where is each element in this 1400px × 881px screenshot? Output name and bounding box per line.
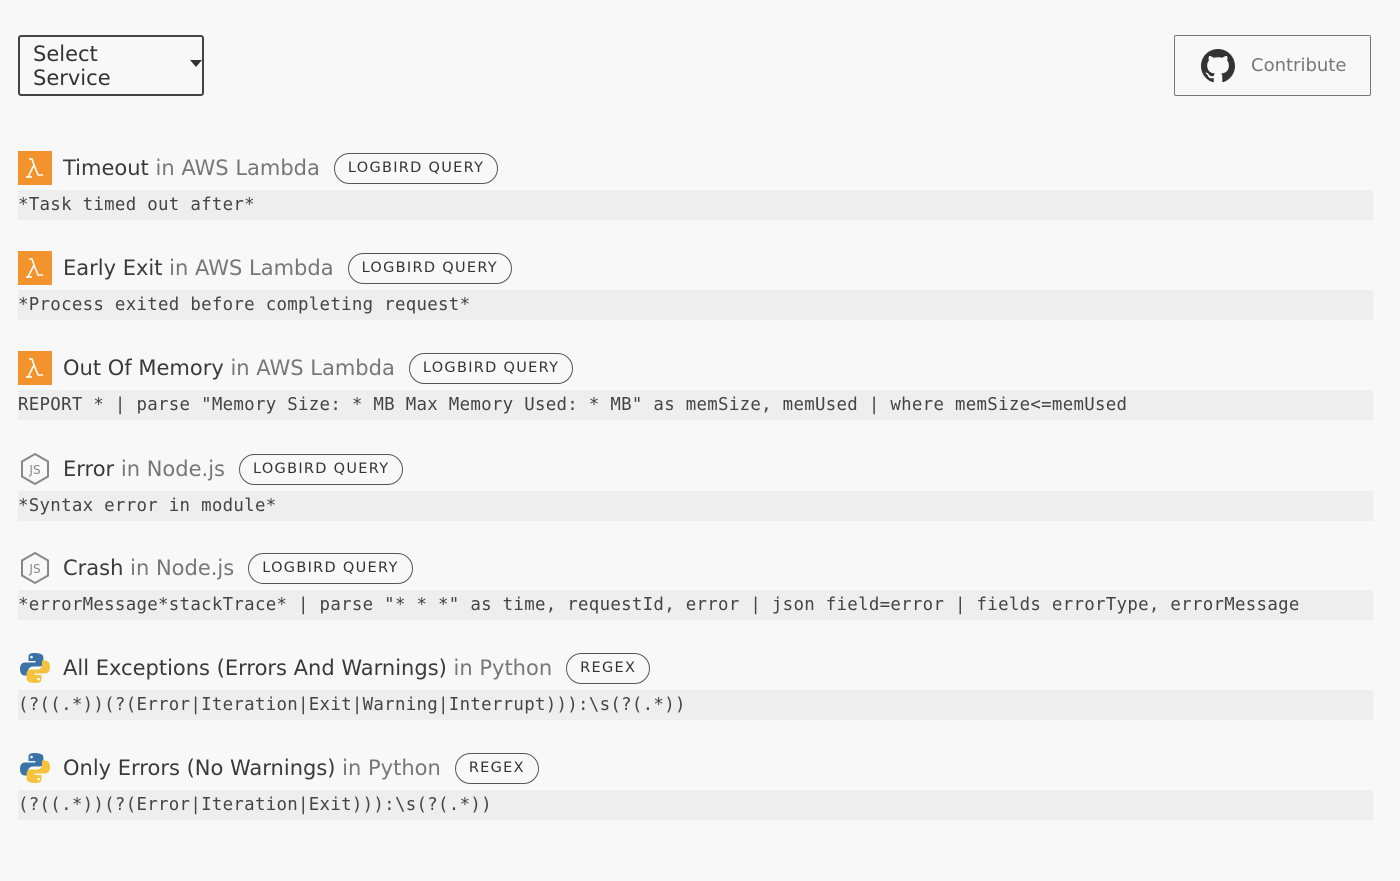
entry-name: Early Exit [63,256,163,280]
entry-header: Timeout in AWS Lambda LOGBIRD QUERY [18,150,1373,186]
aws-lambda-icon [18,251,52,285]
query-type-badge[interactable]: LOGBIRD QUERY [333,152,499,184]
entry-header: Early Exit in AWS Lambda LOGBIRD QUERY [18,250,1373,286]
entry-service: AWS Lambda [195,256,334,280]
nodejs-icon: JS [18,452,52,486]
query-code[interactable]: (?((.*))(?(Error|Iteration|Exit|Warning|… [18,690,1373,720]
entry-in-word: in [130,556,150,580]
entry-service: AWS Lambda [181,156,320,180]
query-code[interactable]: *Task timed out after* [18,190,1373,220]
entry-service: Python [368,756,441,780]
entry-name: Crash [63,556,124,580]
entry-name: Out Of Memory [63,356,224,380]
entry-in-word: in [230,356,250,380]
entry-in-word: in [155,156,175,180]
query-code[interactable]: *Syntax error in module* [18,491,1373,521]
entry-service: Node.js [155,556,235,580]
python-icon [18,651,52,685]
query-type-badge[interactable]: LOGBIRD QUERY [248,552,413,584]
query-code[interactable]: REPORT * | parse "Memory Size: * MB Max … [18,390,1373,420]
log-pattern-entry: Only Errors (No Warnings) in Python REGEX… [18,750,1373,820]
entry-service: AWS Lambda [256,356,395,380]
log-pattern-entry: Timeout in AWS Lambda LOGBIRD QUERY *Task … [18,150,1373,220]
entry-in-word: in [169,256,189,280]
entry-header: Only Errors (No Warnings) in Python REGEX [18,750,1373,786]
entry-in-word: in [453,656,473,680]
query-type-badge[interactable]: LOGBIRD QUERY [408,352,574,384]
entry-service: Python [479,656,553,680]
entry-header: Out Of Memory in AWS Lambda LOGBIRD QUERY [18,350,1373,386]
github-icon [1201,48,1235,82]
entry-header: JS Crash in Node.js LOGBIRD QUERY [18,550,1373,586]
entry-title: Only Errors (No Warnings) in Python [63,756,441,780]
log-pattern-entry: Early Exit in AWS Lambda LOGBIRD QUERY *Pr… [18,250,1373,320]
entry-name: All Exceptions (Errors And Warnings) [63,656,447,680]
python-icon [18,751,52,785]
entry-title: Error in Node.js [63,457,225,481]
query-type-badge[interactable]: LOGBIRD QUERY [238,453,404,485]
contribute-button[interactable]: Contribute [1174,35,1371,96]
entry-title: Crash in Node.js [63,556,234,580]
aws-lambda-icon [18,151,52,185]
log-pattern-entry: All Exceptions (Errors And Warnings) in … [18,650,1373,720]
log-pattern-entry: JS Crash in Node.js LOGBIRD QUERY *errorMes… [18,550,1373,620]
entry-title: All Exceptions (Errors And Warnings) in … [63,656,552,680]
contribute-label: Contribute [1251,55,1347,76]
entry-title: Early Exit in AWS Lambda [63,256,334,280]
entry-name: Error [63,457,115,481]
query-code[interactable]: *Process exited before completing reques… [18,290,1373,320]
entry-name: Timeout [63,156,149,180]
entry-header: All Exceptions (Errors And Warnings) in … [18,650,1373,686]
entry-title: Out Of Memory in AWS Lambda [63,356,395,380]
log-pattern-entry: Out Of Memory in AWS Lambda LOGBIRD QUERY… [18,350,1373,420]
query-type-badge[interactable]: LOGBIRD QUERY [347,252,512,284]
nodejs-icon: JS [18,551,52,585]
svg-text:JS: JS [28,463,40,477]
entry-service: Node.js [146,457,225,481]
query-type-badge[interactable]: REGEX [566,652,651,684]
entry-in-word: in [342,756,362,780]
svg-text:JS: JS [28,562,40,576]
caret-down-icon [190,60,202,67]
query-code[interactable]: (?((.*))(?(Error|Iteration|Exit))):\s(?(… [18,790,1373,820]
query-type-badge[interactable]: REGEX [454,752,539,784]
query-code[interactable]: *errorMessage*stackTrace* | parse "* * *… [18,590,1373,620]
select-service-dropdown[interactable]: Select Service [18,35,204,96]
entry-name: Only Errors (No Warnings) [63,756,336,780]
select-service-label: Select Service [33,41,111,90]
aws-lambda-icon [18,351,52,385]
page: Select Service Contribute Timeout in AWS… [0,0,1400,881]
log-pattern-entry: JS Error in Node.js LOGBIRD QUERY *Syntax e… [18,451,1373,521]
entry-header: JS Error in Node.js LOGBIRD QUERY [18,451,1373,487]
entry-in-word: in [120,457,141,481]
entry-title: Timeout in AWS Lambda [63,156,320,180]
